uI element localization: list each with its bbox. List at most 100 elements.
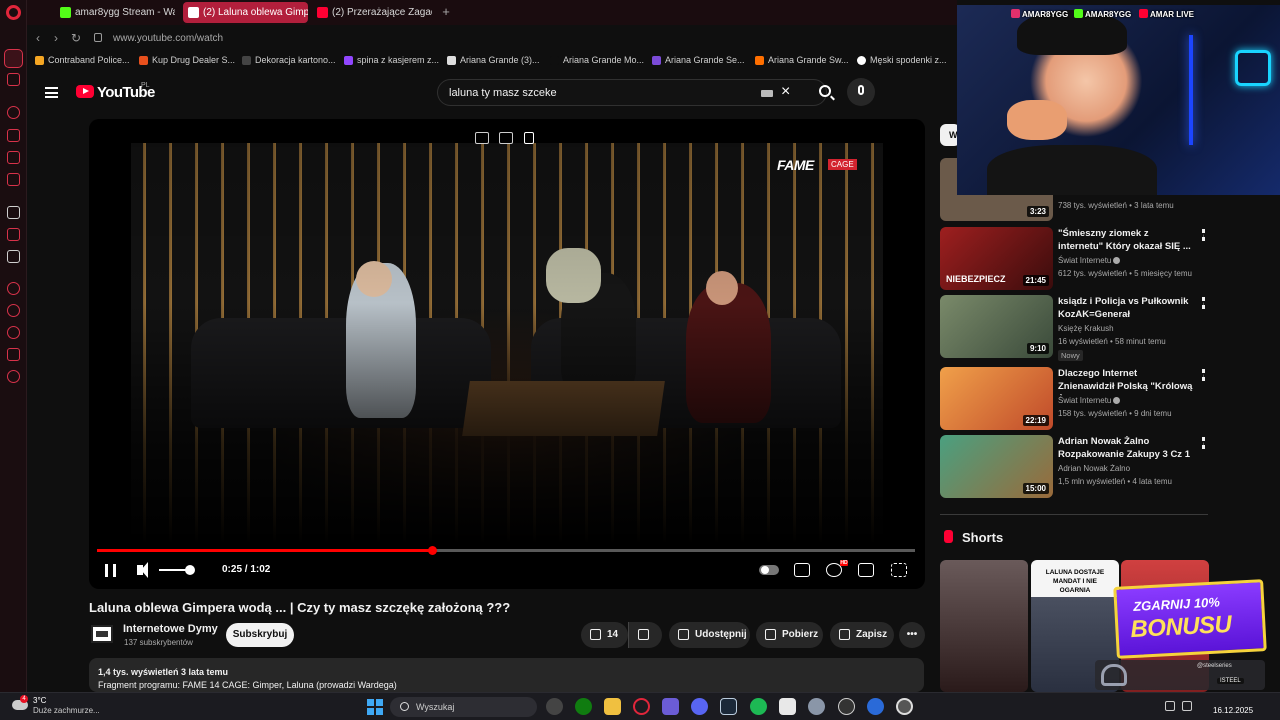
video-title-link[interactable]: Adrian Nowak Żalno Rozpakowanie Zakupy 3… (1058, 435, 1196, 461)
history-icon[interactable] (7, 106, 20, 119)
clock-icon[interactable] (7, 326, 20, 339)
keyboard-icon[interactable] (761, 90, 773, 97)
bookmark-item[interactable]: Męski spodenki z... (857, 55, 947, 65)
steam-icon[interactable] (720, 698, 737, 715)
tab-kick[interactable]: amar8ygg Stream - Watch (55, 2, 175, 23)
next-icon[interactable] (524, 132, 534, 144)
forward-icon[interactable]: › (54, 31, 58, 45)
new-tab-button[interactable]: + (439, 5, 453, 19)
bookmark-item[interactable]: Dekoracja kartono... (242, 55, 336, 65)
pause-icon[interactable] (105, 564, 116, 577)
bookmark-item[interactable]: Kup Drug Dealer S... (139, 55, 235, 65)
settings-icon[interactable] (808, 698, 825, 715)
video-title-link[interactable]: ksiądz i Policja vs Pułkownik KozAK=Gene… (1058, 295, 1196, 323)
download-button[interactable]: Pobierz (756, 622, 823, 648)
recommendation-item[interactable]: 9:10 ksiądz i Policja vs Pułkownik KozAK… (940, 295, 1210, 361)
progress-knob[interactable] (428, 546, 438, 555)
kebab-menu-icon[interactable] (1202, 229, 1205, 241)
discord-icon[interactable] (691, 698, 708, 715)
youtube-logo-icon[interactable] (76, 85, 94, 98)
fullscreen-icon[interactable] (891, 563, 907, 577)
subtitles-icon[interactable] (794, 563, 810, 577)
xbox-icon[interactable] (575, 698, 592, 715)
video-thumbnail[interactable]: NIEBEZPIECZ 21:45 (940, 227, 1053, 290)
theater-mode-icon[interactable] (858, 563, 874, 577)
more-actions-button[interactable]: ••• (899, 622, 925, 648)
like-button[interactable]: 14 (581, 622, 628, 648)
voice-search-button[interactable] (847, 78, 875, 106)
ai-icon[interactable] (7, 206, 20, 219)
twitch-icon[interactable] (7, 228, 20, 241)
description-box[interactable]: 1,4 tys. wyświetleń 3 lata temu Fragment… (89, 658, 924, 692)
settings-icon[interactable] (7, 370, 20, 383)
weather-temp[interactable]: 3°C (33, 696, 46, 705)
sound-icon[interactable] (1182, 701, 1192, 711)
subscribe-button[interactable]: Subskrybuj (226, 623, 294, 647)
video-title-link[interactable]: "Śmieszny ziomek z internetu" Który okaz… (1058, 227, 1196, 253)
volume-icon[interactable] (137, 562, 148, 578)
channel-link[interactable]: Świat Internetu (1058, 256, 1121, 265)
obs-icon[interactable] (896, 698, 913, 715)
add-icon[interactable] (7, 282, 20, 295)
bookmark-item[interactable]: Ariana Grande Sw... (755, 55, 849, 65)
weather-desc[interactable]: Duże zachmurze... (33, 706, 100, 715)
recommendation-item[interactable]: NIEBEZPIECZ 21:45 "Śmieszny ziomek z int… (940, 227, 1210, 291)
note-icon[interactable] (7, 173, 20, 186)
tab-youtube-zagadki[interactable]: (2) Przerażające Zagadki (312, 2, 432, 23)
video-thumbnail[interactable]: 22:19 (940, 367, 1053, 430)
channel-link[interactable]: Adrian Nowak Żalno (1058, 464, 1130, 473)
recommendation-item[interactable]: 22:19 Dlaczego Internet Znienawidził Pol… (940, 367, 1210, 431)
media-player-icon[interactable] (838, 698, 855, 715)
bookmark-item[interactable]: spina z kasjerem z... (344, 55, 439, 65)
recommendation-item[interactable]: 15:00 Adrian Nowak Żalno Rozpakowanie Za… (940, 435, 1210, 499)
network-icon[interactable] (1165, 701, 1175, 711)
bookmark-item[interactable]: Ariana Grande Mo... (550, 55, 644, 65)
bookmark-item[interactable]: Ariana Grande (3)... (447, 55, 540, 65)
share-button[interactable]: Udostępnij (669, 622, 750, 648)
search-input[interactable]: laluna ty masz szceke × (437, 79, 827, 106)
reload-icon[interactable]: ↻ (71, 31, 81, 45)
menu-icon[interactable] (45, 87, 58, 98)
short-thumbnail[interactable] (940, 560, 1028, 692)
channel-link[interactable]: Świat Internetu (1058, 396, 1121, 405)
home-icon[interactable] (4, 49, 23, 68)
bag-icon[interactable] (7, 129, 20, 142)
autoplay-toggle[interactable] (759, 565, 779, 575)
url-field[interactable]: www.youtube.com/watch (113, 33, 223, 44)
gamepad-icon[interactable] (662, 698, 679, 715)
bookmark-item[interactable]: Ariana Grande Se... (652, 55, 745, 65)
volume-knob[interactable] (185, 565, 195, 575)
windows-start-icon[interactable] (367, 699, 383, 715)
tab-youtube-video[interactable]: (2) Laluna oblewa Gimpera (183, 2, 308, 23)
browser-icon[interactable] (867, 698, 884, 715)
video-thumbnail[interactable]: 9:10 (940, 295, 1053, 358)
bookmark-item[interactable]: Contraband Police... (35, 55, 130, 65)
save-button[interactable]: Zapisz (830, 622, 894, 648)
chatgpt-icon[interactable] (546, 698, 563, 715)
video-title-link[interactable]: Dlaczego Internet Znienawidził Polską "K… (1058, 367, 1196, 395)
taskbar-date[interactable]: 16.12.2025 (1213, 706, 1253, 715)
search-button[interactable] (807, 79, 845, 106)
taskbar-search[interactable]: Wyszukaj (390, 697, 537, 717)
heart-icon[interactable] (7, 304, 20, 317)
file-explorer-icon[interactable] (604, 698, 621, 715)
video-player[interactable]: FAME CAGE 0:25 / 1:02 HD (89, 119, 925, 589)
opera-icon[interactable] (633, 698, 650, 715)
clear-search-icon[interactable]: × (781, 83, 790, 101)
video-thumbnail[interactable]: 15:00 (940, 435, 1053, 498)
dislike-button[interactable] (628, 622, 662, 648)
x-icon[interactable] (7, 250, 20, 263)
search-query[interactable]: laluna ty masz szceke (449, 87, 557, 99)
notepad-icon[interactable] (779, 698, 796, 715)
kebab-menu-icon[interactable] (1202, 437, 1205, 449)
cube-icon[interactable] (7, 151, 20, 164)
kebab-menu-icon[interactable] (1202, 369, 1205, 381)
spotify-icon[interactable] (750, 698, 767, 715)
channel-avatar[interactable] (91, 625, 113, 643)
cast-icon[interactable] (499, 132, 513, 144)
channel-link[interactable]: Księżę Krakush (1058, 324, 1114, 333)
miniplayer-icon[interactable] (475, 132, 489, 144)
channel-name[interactable]: Internetowe Dymy (123, 623, 218, 635)
opera-logo-icon[interactable] (6, 5, 21, 20)
messenger-icon[interactable] (7, 73, 20, 86)
